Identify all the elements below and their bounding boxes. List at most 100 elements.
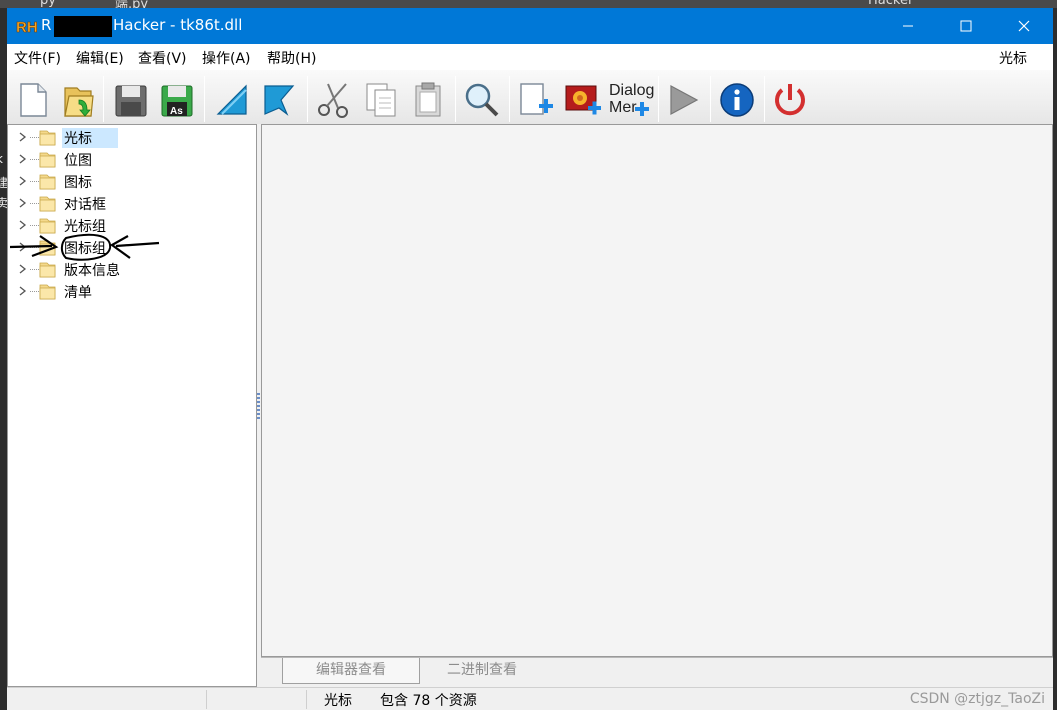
status-cell-empty xyxy=(207,690,307,709)
dialog-merge-label-top: Dialog xyxy=(609,82,655,99)
tree-item[interactable]: 清单 xyxy=(8,280,248,302)
chevron-right-icon[interactable] xyxy=(17,130,29,144)
folder-icon xyxy=(39,284,56,300)
current-resource-type-label: 光标 xyxy=(999,51,1027,67)
desktop-background-left: k 建 卖 xyxy=(0,8,8,710)
info-icon[interactable] xyxy=(717,80,757,120)
desktop-background-top: py 端.py Hacker xyxy=(0,0,1057,8)
chevron-right-icon[interactable] xyxy=(17,218,29,232)
tree-item[interactable]: 光标组 xyxy=(8,214,248,236)
desktop-background-right xyxy=(1053,8,1057,710)
add-image-icon[interactable] xyxy=(563,80,603,120)
new-file-icon[interactable] xyxy=(13,80,53,120)
toolbar-separator xyxy=(658,76,659,122)
watermark: CSDN @ztjgz_TaoZi xyxy=(909,691,1045,707)
folder-icon xyxy=(39,152,56,168)
tree-item-label: 图标组 xyxy=(64,241,106,257)
open-folder-icon[interactable] xyxy=(59,80,99,120)
menu-help[interactable]: 帮助(H) xyxy=(267,48,316,68)
copy-icon[interactable] xyxy=(361,80,401,120)
tab-binary-view[interactable]: 二进制查看 xyxy=(427,658,537,684)
redaction-box xyxy=(54,16,112,37)
toolbar-separator xyxy=(455,76,456,122)
folder-icon xyxy=(39,130,56,146)
view-tabs: 编辑器查看 二进制查看 xyxy=(261,657,1053,687)
toolbar-separator xyxy=(509,76,510,122)
menu-edit[interactable]: 编辑(E) xyxy=(76,48,124,68)
status-section: 光标 xyxy=(324,693,352,709)
tree-item-label: 位图 xyxy=(64,153,92,169)
menu-bar: 文件(F) 编辑(E) 查看(V) 操作(A) 帮助(H) 光标 xyxy=(7,44,1053,70)
tree-connector xyxy=(30,269,39,270)
close-icon xyxy=(1018,20,1030,32)
folder-icon xyxy=(39,196,56,212)
go-to-icon[interactable] xyxy=(259,80,299,120)
background-text: Hacker xyxy=(868,0,914,8)
menu-action[interactable]: 操作(A) xyxy=(202,48,251,68)
tree-item-label: 光标 xyxy=(62,128,118,148)
save-icon[interactable] xyxy=(111,80,151,120)
dialog-merge-button[interactable]: Dialog Mer xyxy=(609,80,655,120)
chevron-right-icon[interactable] xyxy=(17,152,29,166)
minimize-button[interactable] xyxy=(879,8,937,44)
tree-item[interactable]: 位图 xyxy=(8,148,248,170)
save-as-icon[interactable]: As xyxy=(157,80,197,120)
toolbar-separator xyxy=(764,76,765,122)
tree-item[interactable]: 图标 xyxy=(8,170,248,192)
tree-connector xyxy=(30,159,39,160)
background-text: 端.py xyxy=(115,0,149,8)
tab-editor-view[interactable]: 编辑器查看 xyxy=(282,658,420,684)
chevron-right-icon[interactable] xyxy=(17,240,29,254)
menu-view[interactable]: 查看(V) xyxy=(138,48,187,68)
chevron-right-icon[interactable] xyxy=(17,174,29,188)
editor-pane[interactable] xyxy=(261,124,1053,657)
folder-icon xyxy=(39,240,56,256)
tree-item[interactable]: 版本信息 xyxy=(8,258,248,280)
chevron-right-icon[interactable] xyxy=(17,196,29,210)
toolbar-separator xyxy=(307,76,308,122)
tree-connector xyxy=(30,247,39,248)
tree-item[interactable]: 光标 xyxy=(8,126,248,148)
close-button[interactable] xyxy=(995,8,1053,44)
add-icon xyxy=(635,102,649,116)
tree-connector xyxy=(30,203,39,204)
minimize-icon xyxy=(903,25,913,27)
tree-item-label: 版本信息 xyxy=(64,263,120,279)
compile-icon[interactable] xyxy=(212,80,252,120)
maximize-icon xyxy=(960,20,972,32)
exit-icon[interactable] xyxy=(770,80,810,120)
title-bar[interactable]: RH R Hacker - tk86t.dll xyxy=(7,8,1053,44)
save-as-badge: As xyxy=(170,106,183,117)
find-icon[interactable] xyxy=(462,80,502,120)
tree-connector xyxy=(30,137,39,138)
run-icon[interactable] xyxy=(663,80,703,120)
window-title-prefix: R xyxy=(41,16,52,34)
toolbar-separator xyxy=(204,76,205,122)
tree-item-label: 光标组 xyxy=(64,219,106,235)
menu-file[interactable]: 文件(F) xyxy=(14,48,61,68)
splitter-grip[interactable] xyxy=(257,393,260,421)
resource-tree[interactable]: 光标位图图标对话框光标组图标组版本信息清单 xyxy=(7,124,257,687)
app-logo-icon: RH xyxy=(15,16,37,36)
tree-item-label: 对话框 xyxy=(64,197,106,213)
tree-item-label: 清单 xyxy=(64,285,92,301)
cut-icon[interactable] xyxy=(314,80,354,120)
tree-connector xyxy=(30,225,39,226)
toolbar: As Dialog Mer xyxy=(7,70,1053,126)
folder-icon xyxy=(39,218,56,234)
status-bar: 光标 包含 78 个资源 CSDN @ztjgz_TaoZi xyxy=(7,687,1053,710)
chevron-right-icon[interactable] xyxy=(17,262,29,276)
paste-icon[interactable] xyxy=(408,80,448,120)
background-text: k xyxy=(0,152,3,166)
maximize-button[interactable] xyxy=(937,8,995,44)
chevron-right-icon[interactable] xyxy=(17,284,29,298)
folder-icon xyxy=(39,262,56,278)
toolbar-separator xyxy=(103,76,104,122)
tree-connector xyxy=(30,291,39,292)
toolbar-separator xyxy=(710,76,711,122)
tree-item-label: 图标 xyxy=(64,175,92,191)
add-resource-icon[interactable] xyxy=(516,80,556,120)
tree-item[interactable]: 图标组 xyxy=(8,236,248,258)
tree-connector xyxy=(30,181,39,182)
tree-item[interactable]: 对话框 xyxy=(8,192,248,214)
